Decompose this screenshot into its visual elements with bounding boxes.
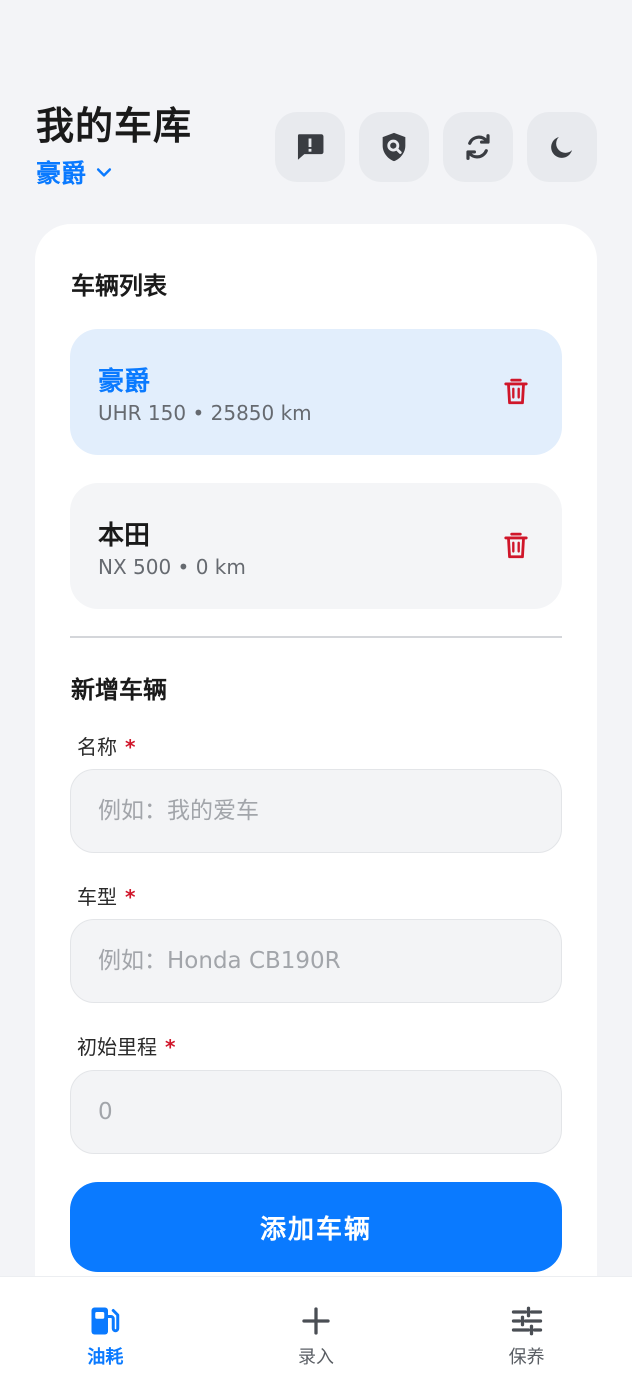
required-mark: * xyxy=(125,735,136,759)
vehicle-meta: NX 500 • 0 km xyxy=(98,555,246,579)
dark-mode-icon xyxy=(551,137,572,158)
tab-maintenance[interactable]: 保养 xyxy=(421,1277,632,1390)
vehicle-name: 本田 xyxy=(98,521,151,551)
sync-icon xyxy=(466,134,490,160)
vehicle-item-honda[interactable]: 本田 NX 500 • 0 km xyxy=(70,483,562,609)
sync-button[interactable] xyxy=(443,112,513,182)
current-vehicle-label: 豪爵 xyxy=(36,159,87,188)
privacy-button[interactable] xyxy=(359,112,429,182)
required-mark: * xyxy=(125,885,136,909)
delete-vehicle-button[interactable] xyxy=(500,376,532,408)
garage-card: 车辆列表 豪爵 UHR 150 • 25850 km 本田 NX 500 • 0… xyxy=(35,224,597,1354)
trash-icon xyxy=(504,532,528,559)
toolbar xyxy=(275,112,597,182)
tab-label: 油耗 xyxy=(87,1347,124,1368)
required-mark: * xyxy=(165,1035,176,1059)
vehicle-meta: UHR 150 • 25850 km xyxy=(98,401,312,425)
chevron-down-icon xyxy=(96,168,112,177)
header: 我的车库 豪爵 xyxy=(36,100,192,190)
feedback-button[interactable] xyxy=(275,112,345,182)
new-vehicle-title: 新增车辆 xyxy=(71,676,167,704)
add-vehicle-button[interactable]: 添加车辆 xyxy=(70,1182,562,1272)
name-field-label: 名称 * xyxy=(77,731,135,760)
vehicle-switcher[interactable]: 豪爵 xyxy=(36,154,192,190)
name-input[interactable] xyxy=(70,769,562,853)
vehicle-name: 豪爵 xyxy=(98,367,151,397)
sliders-icon xyxy=(511,1306,542,1336)
mileage-field-label: 初始里程 * xyxy=(77,1031,175,1060)
fuel-pump-icon xyxy=(91,1307,120,1335)
name-label-text: 名称 xyxy=(77,735,117,759)
tab-entry[interactable]: 录入 xyxy=(211,1277,422,1390)
vehicle-list-title: 车辆列表 xyxy=(71,272,167,300)
delete-vehicle-button[interactable] xyxy=(500,530,532,562)
vehicle-item-haojue[interactable]: 豪爵 UHR 150 • 25850 km xyxy=(70,329,562,455)
model-field-label: 车型 * xyxy=(77,881,135,910)
dark-mode-button[interactable] xyxy=(527,112,597,182)
mileage-label-text: 初始里程 xyxy=(77,1035,157,1059)
divider xyxy=(70,636,562,638)
model-label-text: 车型 xyxy=(77,885,117,909)
tab-label: 保养 xyxy=(508,1347,545,1368)
model-input[interactable] xyxy=(70,919,562,1003)
tab-fuel[interactable]: 油耗 xyxy=(0,1277,211,1390)
feedback-icon xyxy=(297,134,324,160)
privacy-search-icon xyxy=(382,132,406,162)
tab-bar: 油耗 录入 保养 xyxy=(0,1277,632,1390)
page-title: 我的车库 xyxy=(36,104,193,148)
trash-icon xyxy=(504,378,528,405)
plus-icon xyxy=(302,1307,330,1335)
tab-label: 录入 xyxy=(298,1347,334,1368)
initial-mileage-input[interactable] xyxy=(70,1070,562,1154)
